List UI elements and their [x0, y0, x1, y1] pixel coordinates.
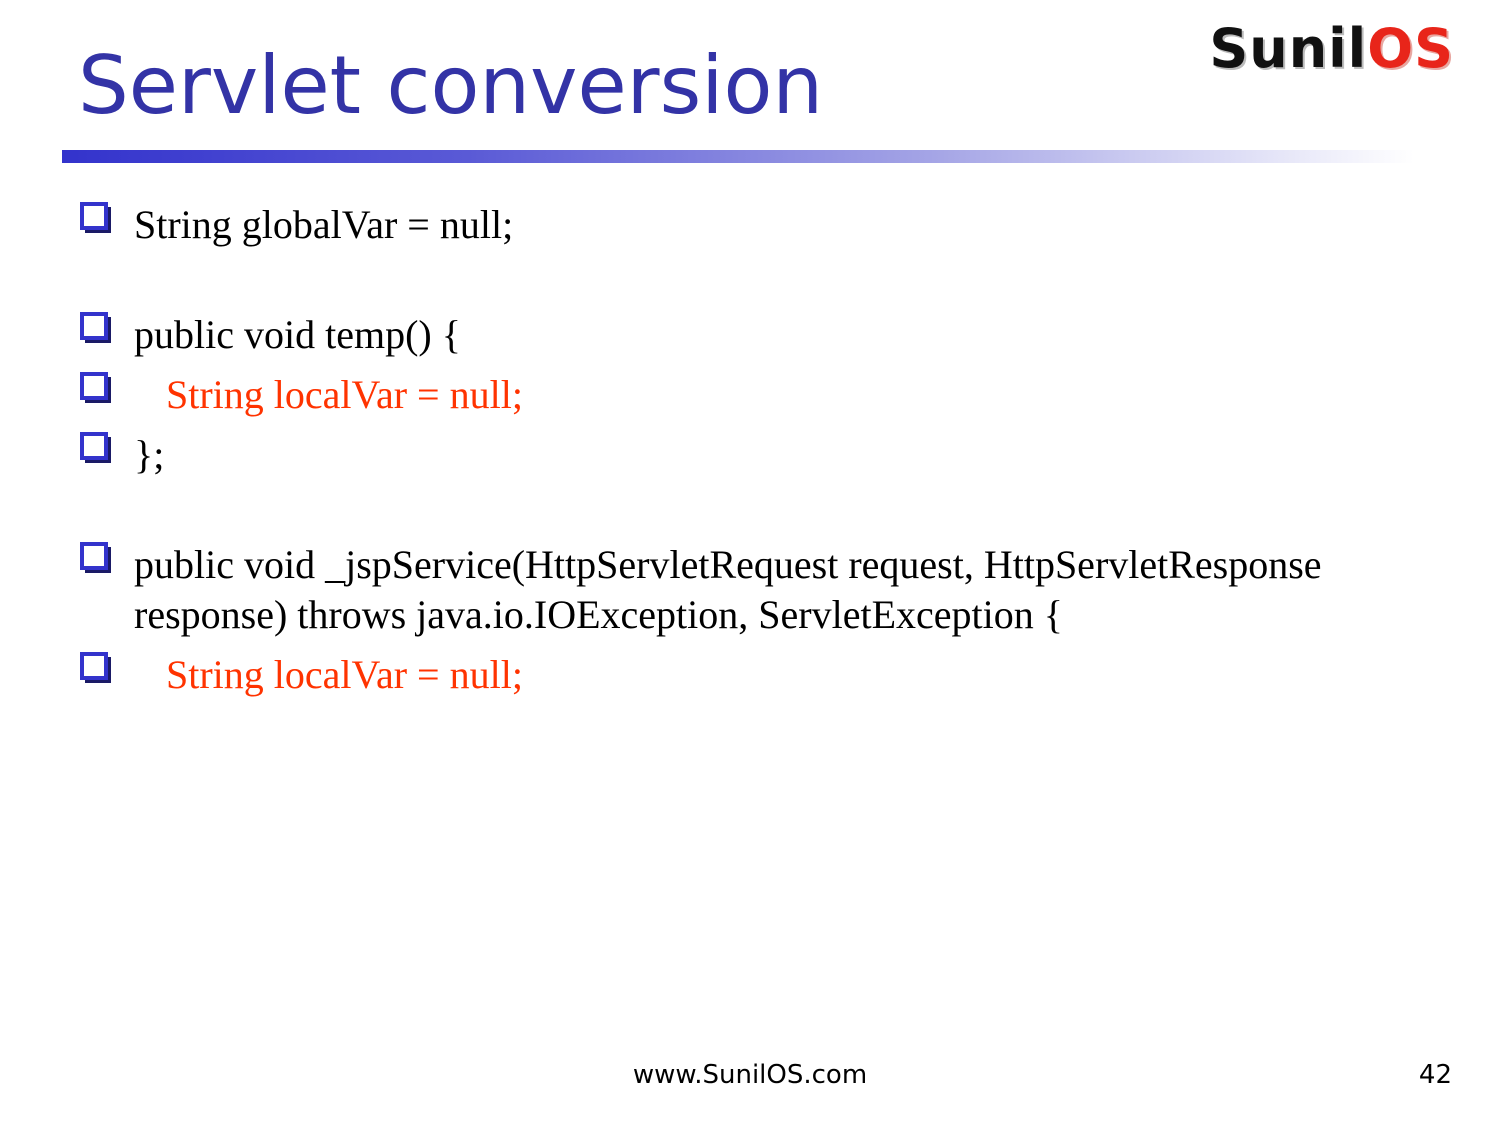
- sunilos-logo: SunilOS: [1209, 16, 1454, 82]
- footer-url: www.SunilOS.com: [632, 1060, 868, 1090]
- checkbox-square-icon: [80, 372, 111, 403]
- bullet-text: };: [134, 432, 165, 477]
- bullet-text-highlighted: String localVar = null;: [166, 372, 523, 417]
- slide-title: Servlet conversion: [78, 39, 824, 132]
- bullet-text: public void _jspService(HttpServletReque…: [134, 542, 1322, 637]
- bullet-item: public void temp() {: [78, 310, 1418, 360]
- checkbox-square-icon: [80, 652, 111, 683]
- bullet-item: String localVar = null;: [78, 650, 1418, 700]
- logo-text-os: OS: [1367, 17, 1454, 80]
- bullet-item: public void _jspService(HttpServletReque…: [78, 540, 1418, 640]
- bullet-list: String globalVar = null; public void tem…: [78, 200, 1418, 710]
- checkbox-square-icon: [80, 432, 111, 463]
- logo-text-sunil: Sunil: [1209, 17, 1368, 80]
- bullet-item: String globalVar = null;: [78, 200, 1418, 250]
- bullet-text-highlighted: String localVar = null;: [166, 652, 523, 697]
- checkbox-square-icon: [80, 542, 111, 573]
- bullet-text: public void temp() {: [134, 312, 461, 357]
- checkbox-square-icon: [80, 312, 111, 343]
- bullet-item: };: [78, 430, 1418, 480]
- bullet-text: String globalVar = null;: [134, 202, 514, 247]
- page-number: 42: [1418, 1060, 1452, 1090]
- checkbox-square-icon: [80, 202, 111, 233]
- title-underline: [62, 150, 1414, 163]
- bullet-item: String localVar = null;: [78, 370, 1418, 420]
